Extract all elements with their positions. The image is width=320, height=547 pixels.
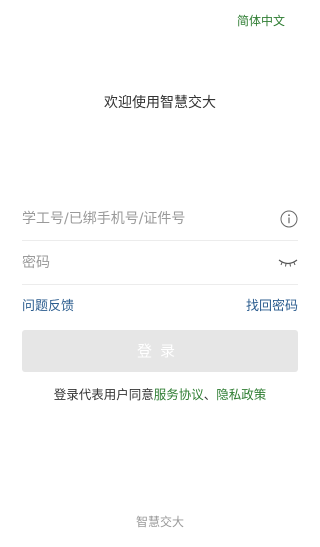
account-input[interactable] <box>22 198 280 240</box>
privacy-policy-link[interactable]: 隐私政策 <box>216 387 266 402</box>
language-switch[interactable]: 简体中文 <box>237 12 285 29</box>
auxiliary-links: 问题反馈 找回密码 <box>22 295 298 314</box>
agreement-separator: 、 <box>203 387 217 402</box>
agreement-prefix: 登录代表用户同意 <box>53 387 154 402</box>
forgot-password-link[interactable]: 找回密码 <box>246 295 298 314</box>
password-field-row <box>22 242 298 285</box>
feedback-link[interactable]: 问题反馈 <box>22 295 74 314</box>
account-field-row <box>22 198 298 241</box>
footer-brand: 智慧交大 <box>135 515 184 529</box>
info-icon[interactable] <box>280 210 298 228</box>
welcome-title: 欢迎使用智慧交大 <box>104 95 216 111</box>
eye-closed-icon[interactable] <box>278 256 298 270</box>
login-button[interactable]: 登录 <box>22 330 298 372</box>
password-input[interactable] <box>22 242 278 284</box>
service-agreement-link[interactable]: 服务协议 <box>154 387 204 402</box>
agreement-text: 登录代表用户同意服务协议、隐私政策 <box>0 384 320 403</box>
